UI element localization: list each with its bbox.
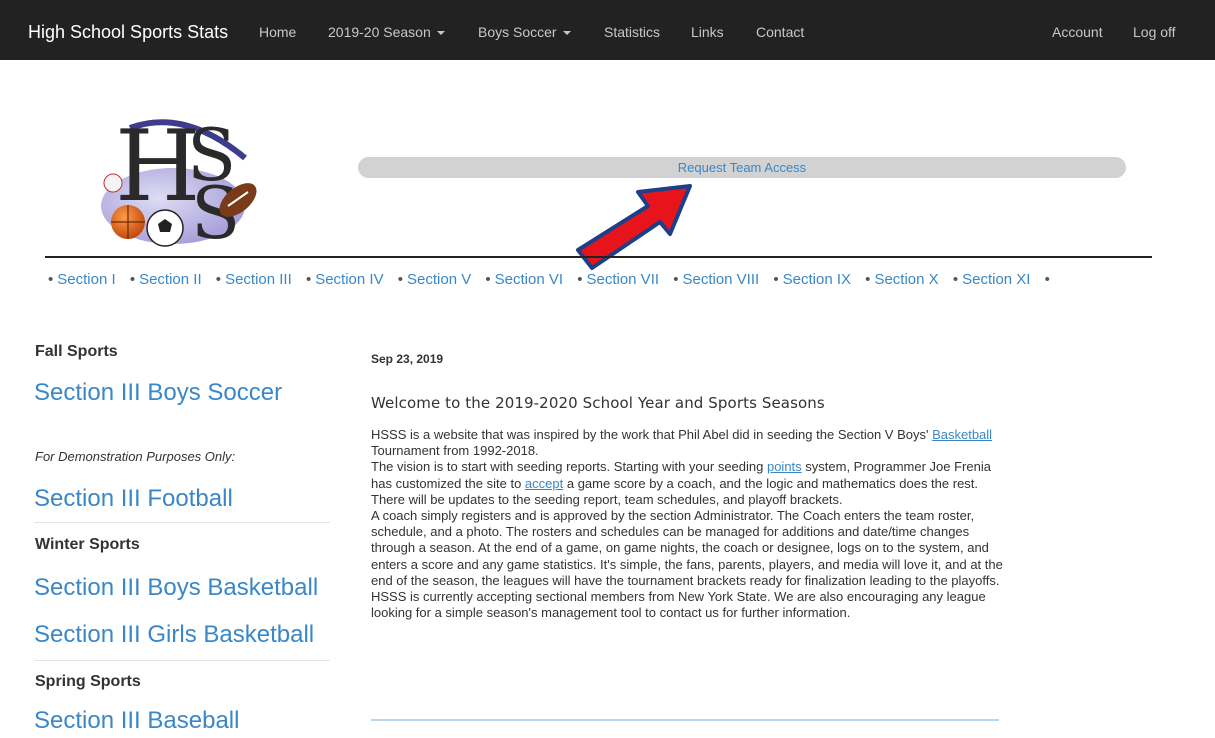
sidebar-link-boys-basketball[interactable]: Section III Boys Basketball — [34, 574, 318, 602]
chevron-down-icon — [436, 31, 445, 36]
bullet: • — [215, 271, 222, 288]
sections-nav: • Section I • Section II • Section III • Sec… — [48, 271, 1168, 289]
nav-statistics[interactable]: Statistics — [604, 24, 660, 40]
post-paragraph-1: HSSS is a website that was inspired by t… — [371, 427, 1006, 459]
bullet: • — [48, 271, 54, 288]
bullet: • — [485, 271, 491, 288]
nav-links[interactable]: Links — [691, 24, 724, 40]
bullet: • — [865, 271, 871, 288]
demo-note: For Demonstration Purposes Only: — [35, 449, 236, 464]
fall-sports-heading: Fall Sports — [35, 343, 118, 360]
nav-contact[interactable]: Contact — [756, 24, 804, 40]
section-link-8[interactable]: Section VIII — [682, 271, 759, 288]
request-access-bar: Request Team Access — [358, 157, 1126, 178]
section-link-1[interactable]: Section I — [57, 271, 115, 288]
spring-sports-heading: Spring Sports — [35, 673, 141, 690]
bullet: • — [305, 271, 312, 288]
basketball-link[interactable]: Basketball — [932, 427, 992, 442]
nav-sport-dropdown[interactable]: Boys Soccer — [478, 24, 571, 40]
accept-link[interactable]: accept — [525, 476, 563, 491]
red-arrow-icon — [576, 184, 692, 270]
request-access-link[interactable]: Request Team Access — [678, 160, 806, 175]
points-link[interactable]: points — [767, 459, 802, 474]
nav-home[interactable]: Home — [259, 24, 296, 40]
top-navbar: High School Sports Stats Home 2019-20 Se… — [0, 0, 1215, 60]
section-link-4[interactable]: Section IV — [315, 271, 383, 288]
nav-account[interactable]: Account — [1052, 24, 1103, 40]
section-link-7[interactable]: Section VII — [586, 271, 659, 288]
nav-season-label: 2019-20 Season — [328, 24, 431, 40]
section-link-5[interactable]: Section V — [407, 271, 471, 288]
sidebar-link-football[interactable]: Section III Football — [34, 485, 233, 513]
brand-link[interactable]: High School Sports Stats — [28, 22, 228, 42]
sidebar-link-baseball[interactable]: Section III Baseball — [34, 707, 239, 735]
section-link-9[interactable]: Section IX — [783, 271, 851, 288]
section-link-2[interactable]: Section II — [139, 271, 202, 288]
post-text: The vision is to start with seeding repo… — [371, 459, 767, 475]
bullet: • — [577, 271, 583, 288]
section-link-10[interactable]: Section X — [874, 271, 938, 288]
winter-sports-heading: Winter Sports — [35, 536, 140, 553]
nav-sport-label: Boys Soccer — [478, 24, 557, 40]
bullet: • — [952, 271, 959, 288]
post-paragraph-3: A coach simply registers and is approved… — [371, 508, 1003, 588]
header-divider — [45, 256, 1152, 258]
nav-season-dropdown[interactable]: 2019-20 Season — [328, 24, 445, 40]
post-body: HSSS is a website that was inspired by t… — [371, 427, 1006, 621]
section-link-6[interactable]: Section VI — [495, 271, 563, 288]
bullet: • — [397, 271, 404, 288]
post-divider — [371, 719, 999, 721]
sidebar-divider — [34, 522, 330, 523]
chevron-down-icon — [562, 31, 571, 36]
nav-logoff[interactable]: Log off — [1133, 24, 1176, 40]
post-date: Sep 23, 2019 — [371, 352, 444, 366]
bullet: • — [673, 271, 679, 288]
section-link-11[interactable]: Section XI — [962, 271, 1030, 288]
bullet: • — [129, 271, 136, 288]
hsss-logo: H S S — [101, 110, 257, 255]
post-paragraph-2: The vision is to start with seeding repo… — [371, 459, 1006, 508]
post-paragraph-4: HSSS is currently accepting sectional me… — [371, 589, 986, 621]
sidebar-divider — [34, 660, 330, 661]
bullet: • — [1044, 271, 1050, 288]
sidebar-link-boys-soccer[interactable]: Section III Boys Soccer — [34, 379, 282, 407]
post-title: Welcome to the 2019-2020 School Year and… — [371, 394, 825, 412]
post-text: Tournament from 1992-2018. — [371, 443, 539, 459]
section-link-3[interactable]: Section III — [225, 271, 292, 288]
post-text: HSSS is a website that was inspired by t… — [371, 427, 933, 442]
bullet: • — [773, 271, 779, 288]
sidebar-link-girls-basketball[interactable]: Section III Girls Basketball — [34, 621, 314, 649]
